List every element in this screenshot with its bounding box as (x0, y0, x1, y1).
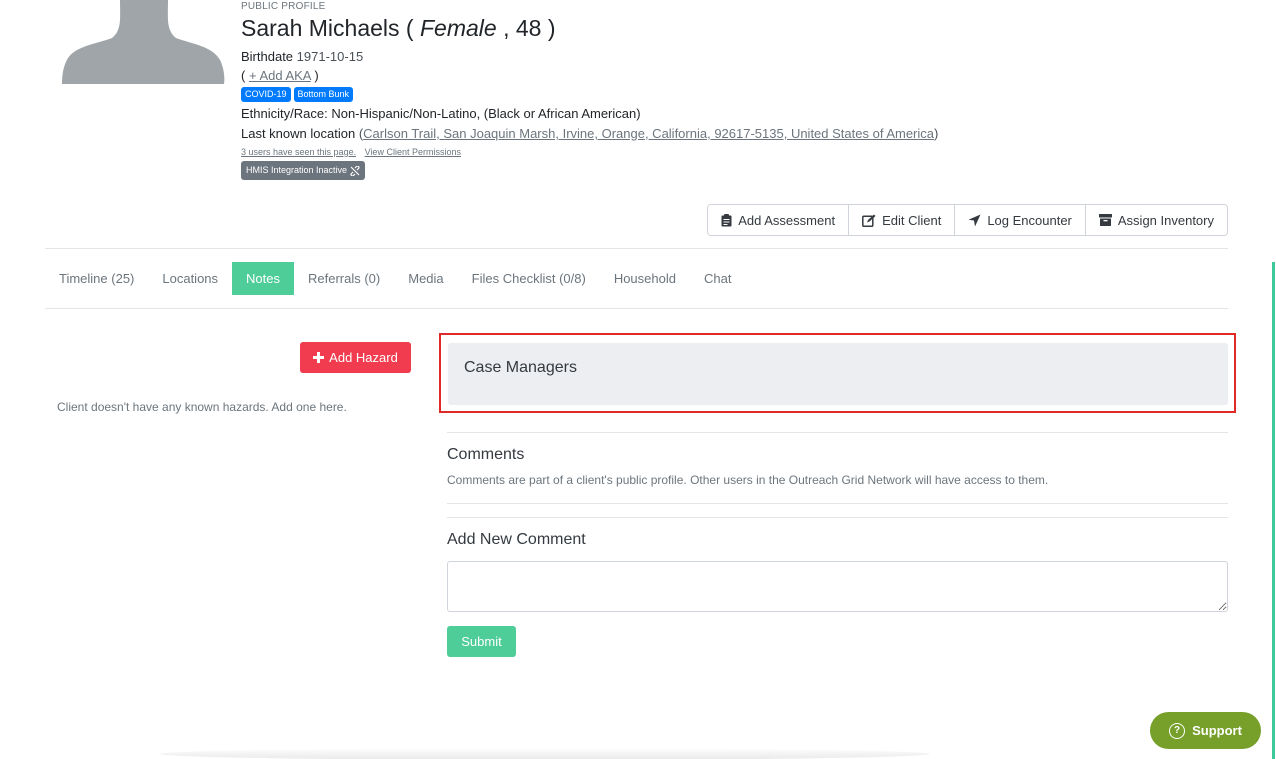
location-link[interactable]: Carlson Trail, San Joaquin Marsh, Irvine… (363, 126, 934, 141)
client-action-bar: Add Assessment Edit Client Log Encounter… (707, 204, 1228, 236)
tab-media[interactable]: Media (394, 262, 457, 295)
ethnicity-line: Ethnicity/Race: Non-Hispanic/Non-Latino,… (241, 104, 1141, 123)
add-hazard-label: Add Hazard (329, 350, 398, 365)
profile-info: PUBLIC PROFILE Sarah Michaels ( Female ,… (241, 0, 1141, 180)
comments-description: Comments are part of a client's public p… (447, 473, 1049, 487)
view-permissions-link[interactable]: View Client Permissions (365, 147, 461, 157)
edit-client-label: Edit Client (882, 212, 942, 228)
tab-files-checklist[interactable]: Files Checklist (0/8) (458, 262, 600, 295)
edit-client-button[interactable]: Edit Client (849, 205, 956, 235)
tab-locations[interactable]: Locations (148, 262, 232, 295)
ethnicity-value: Non-Hispanic/Non-Latino, (Black or Afric… (331, 106, 641, 121)
assign-inventory-button[interactable]: Assign Inventory (1085, 205, 1227, 235)
location-line: Last known location (Carlson Trail, San … (241, 126, 939, 141)
case-managers-title: Case Managers (464, 359, 577, 376)
divider-new-comment (447, 517, 1228, 518)
support-button[interactable]: ? Support (1150, 712, 1261, 749)
hmis-label: HMIS Integration Inactive (246, 165, 348, 175)
new-comment-title: Add New Comment (447, 531, 586, 548)
tab-household[interactable]: Household (600, 262, 690, 295)
birthdate-label: Birthdate (241, 49, 294, 64)
location-arrow-icon (968, 214, 981, 226)
tab-timeline[interactable]: Timeline (25) (45, 262, 148, 295)
page-meta: 3 users have seen this page. View Client… (241, 146, 1141, 158)
assign-inventory-label: Assign Inventory (1117, 212, 1214, 228)
client-avatar (62, 0, 225, 85)
tab-referrals[interactable]: Referrals (0) (294, 262, 394, 295)
support-label: Support (1192, 723, 1242, 738)
case-managers-panel[interactable]: Case Managers (448, 343, 1228, 405)
client-tabs: Timeline (25) Locations Notes Referrals … (45, 262, 745, 295)
new-comment-textarea[interactable] (447, 561, 1228, 612)
location-label: Last known location (241, 126, 356, 141)
badge-covid: COVID-19 (241, 87, 291, 102)
log-encounter-label: Log Encounter (987, 212, 1072, 228)
scroll-indicator[interactable] (1272, 262, 1275, 759)
client-gender: Female (419, 15, 497, 41)
tab-chat[interactable]: Chat (690, 262, 745, 295)
hazards-empty-text: Client doesn't have any known hazards. A… (57, 400, 347, 414)
divider-comments-desc (447, 503, 1228, 504)
add-assessment-button[interactable]: Add Assessment (708, 205, 850, 235)
divider-comments (447, 432, 1228, 433)
avatar-silhouette-icon (62, 0, 225, 84)
birthdate-line: Birthdate 1971-10-15 (241, 47, 1141, 66)
edit-icon (862, 214, 876, 227)
unlink-icon (350, 165, 360, 176)
plus-icon (313, 352, 325, 363)
client-age: 48 (515, 15, 542, 41)
tab-notes[interactable]: Notes (232, 262, 294, 295)
add-assessment-label: Add Assessment (738, 212, 836, 228)
comments-title: Comments (447, 446, 525, 463)
divider-tabs (45, 308, 1228, 309)
add-aka-link[interactable]: + Add AKA (249, 68, 311, 83)
submit-comment-button[interactable]: Submit (447, 626, 516, 657)
birthdate-value: 1971-10-15 (296, 49, 364, 64)
divider-top (45, 248, 1228, 249)
bottom-shadow (160, 748, 930, 759)
add-hazard-button[interactable]: Add Hazard (300, 342, 411, 373)
help-circle-icon: ? (1169, 722, 1186, 739)
archive-icon (1098, 214, 1112, 226)
tag-badges: COVID-19 Bottom Bunk (241, 87, 1141, 102)
ethnicity-label: Ethnicity/Race: (241, 106, 328, 121)
client-name: Sarah Michaels (241, 15, 400, 41)
profile-eyebrow: PUBLIC PROFILE (241, 1, 326, 12)
client-name-line: Sarah Michaels ( Female , 48 ) (241, 15, 556, 41)
hmis-status-badge: HMIS Integration Inactive (241, 161, 366, 180)
seen-by-link[interactable]: 3 users have seen this page. (241, 147, 356, 157)
badge-bottom-bunk: Bottom Bunk (293, 87, 354, 102)
log-encounter-button[interactable]: Log Encounter (955, 205, 1086, 235)
clipboard-icon (721, 213, 732, 226)
aka-line: ( + Add AKA ) (241, 68, 319, 83)
